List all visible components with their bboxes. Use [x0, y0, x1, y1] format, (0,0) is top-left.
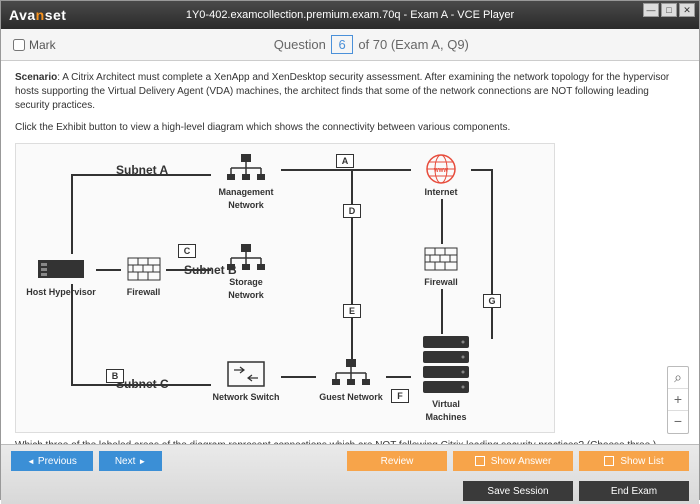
exhibit-diagram: Subnet A Subnet B Subnet C Host Hypervis…	[15, 143, 555, 433]
maximize-button[interactable]: □	[661, 3, 677, 17]
storage-network-label: Storage Network	[211, 276, 281, 301]
minimize-button[interactable]: —	[643, 3, 659, 17]
close-button[interactable]: ✕	[679, 3, 695, 17]
question-number: 6	[331, 35, 352, 54]
instruction-text: Click the Exhibit button to view a high-…	[15, 121, 685, 135]
previous-button[interactable]: Previous	[11, 451, 93, 471]
window-title: 1Y0-402.examcollection.premium.exam.70q …	[186, 9, 514, 21]
firewall-icon	[421, 244, 461, 274]
zoom-reset-button[interactable]: ⌕	[668, 367, 688, 389]
logo-text-post: set	[45, 7, 67, 23]
label-c: C	[178, 244, 196, 258]
arrow	[96, 269, 121, 271]
network-icon	[226, 154, 266, 184]
previous-label: Previous	[38, 456, 77, 467]
question-text: Which three of the labeled areas of the …	[15, 439, 685, 444]
question-word: Question	[274, 37, 326, 52]
arrow	[71, 384, 211, 386]
subnet-a-label: Subnet A	[116, 162, 168, 179]
app-logo: Avanset	[9, 7, 66, 23]
network-switch-node: Network Switch	[211, 359, 281, 404]
vm-label: Virtual Machines	[411, 398, 481, 423]
show-answer-button[interactable]: Show Answer	[453, 451, 573, 471]
arrow	[71, 284, 73, 384]
scenario-text: Scenario: A Citrix Architect must comple…	[15, 71, 685, 113]
network-switch-label: Network Switch	[211, 391, 281, 404]
show-list-label: Show List	[620, 456, 663, 467]
label-f: F	[391, 389, 409, 403]
review-label: Review	[381, 456, 414, 467]
label-g: G	[483, 294, 501, 308]
checkbox-icon	[604, 456, 614, 466]
end-exam-button[interactable]: End Exam	[579, 481, 689, 501]
logo-text-mid: n	[36, 7, 45, 23]
next-button[interactable]: Next	[99, 451, 162, 471]
firewall-right-node: Firewall	[416, 244, 466, 289]
next-label: Next	[115, 456, 136, 467]
question-indicator: Question 6 of 70 (Exam A, Q9)	[56, 35, 687, 54]
arrow	[281, 169, 411, 171]
mark-checkbox[interactable]	[13, 39, 25, 51]
arrow	[386, 376, 411, 378]
question-bar: Mark Question 6 of 70 (Exam A, Q9)	[1, 29, 699, 61]
label-b: B	[106, 369, 124, 383]
vm-stack-icon	[426, 334, 466, 396]
label-a: A	[336, 154, 354, 168]
mgmt-network-node: Management Network	[211, 154, 281, 211]
arrow	[351, 169, 353, 364]
mark-checkbox-label[interactable]: Mark	[13, 38, 56, 52]
show-answer-label: Show Answer	[491, 456, 552, 467]
internet-node: WWW Internet	[411, 154, 471, 199]
server-icon	[41, 254, 81, 284]
checkbox-icon	[475, 456, 485, 466]
firewall-right-label: Firewall	[416, 276, 466, 289]
arrow	[71, 174, 73, 254]
internet-label: Internet	[411, 186, 471, 199]
mgmt-network-label: Management Network	[211, 186, 281, 211]
arrow	[281, 376, 316, 378]
mark-label: Mark	[29, 38, 56, 52]
logo-text-pre: Ava	[9, 7, 36, 23]
show-list-button[interactable]: Show List	[579, 451, 689, 471]
window-controls: — □ ✕	[643, 3, 695, 17]
arrow	[471, 169, 491, 171]
arrow	[166, 269, 211, 271]
firewall-icon	[124, 254, 164, 284]
zoom-in-button[interactable]: +	[668, 389, 688, 411]
host-hypervisor-node: Host Hypervisor	[26, 254, 96, 299]
end-exam-label: End Exam	[611, 486, 657, 497]
storage-network-node: Storage Network	[211, 244, 281, 301]
label-d: D	[343, 204, 361, 218]
label-e: E	[343, 304, 361, 318]
footer-toolbar: Previous Next Review Show Answer Show Li…	[1, 444, 699, 504]
guest-network-label: Guest Network	[316, 391, 386, 404]
zoom-controls: ⌕ + −	[667, 366, 689, 434]
firewall-left-node: Firewall	[121, 254, 166, 299]
guest-network-node: Guest Network	[316, 359, 386, 404]
title-bar: Avanset 1Y0-402.examcollection.premium.e…	[1, 1, 699, 29]
content-area: Scenario: A Citrix Architect must comple…	[1, 61, 699, 444]
zoom-out-button[interactable]: −	[668, 411, 688, 433]
network-icon	[226, 244, 266, 274]
arrow	[71, 174, 211, 176]
review-button[interactable]: Review	[347, 451, 447, 471]
switch-icon	[226, 359, 266, 389]
save-session-button[interactable]: Save Session	[463, 481, 573, 501]
svg-text:WWW: WWW	[434, 168, 448, 174]
arrow	[441, 289, 443, 334]
vm-node: Virtual Machines	[411, 334, 481, 423]
scenario-body: : A Citrix Architect must complete a Xen…	[15, 72, 669, 111]
firewall-left-label: Firewall	[121, 286, 166, 299]
scenario-label: Scenario	[15, 72, 57, 83]
arrow	[441, 199, 443, 244]
host-hypervisor-label: Host Hypervisor	[26, 286, 96, 299]
arrow	[491, 169, 493, 339]
save-session-label: Save Session	[487, 486, 548, 497]
globe-icon: WWW	[421, 154, 461, 184]
question-total: of 70 (Exam A, Q9)	[358, 37, 469, 52]
